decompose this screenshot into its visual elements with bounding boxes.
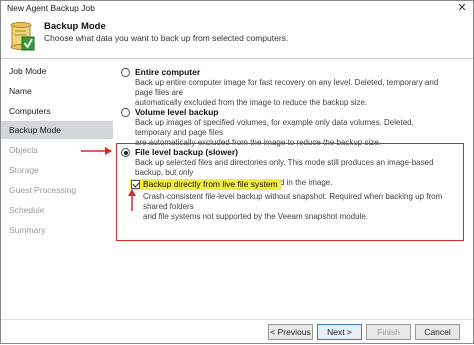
cancel-button[interactable]: Cancel	[415, 324, 460, 340]
wizard-window: New Agent Backup Job ✕ Backup Mode Choos…	[0, 0, 474, 344]
annotation-arrows	[81, 147, 136, 211]
previous-button[interactable]: < Previous	[268, 324, 313, 340]
arrow-right-icon	[81, 147, 112, 155]
finish-button: Finish	[366, 324, 411, 340]
arrow-up-icon	[128, 189, 136, 211]
next-button[interactable]: Next >	[317, 324, 362, 340]
footer-divider	[1, 319, 473, 320]
